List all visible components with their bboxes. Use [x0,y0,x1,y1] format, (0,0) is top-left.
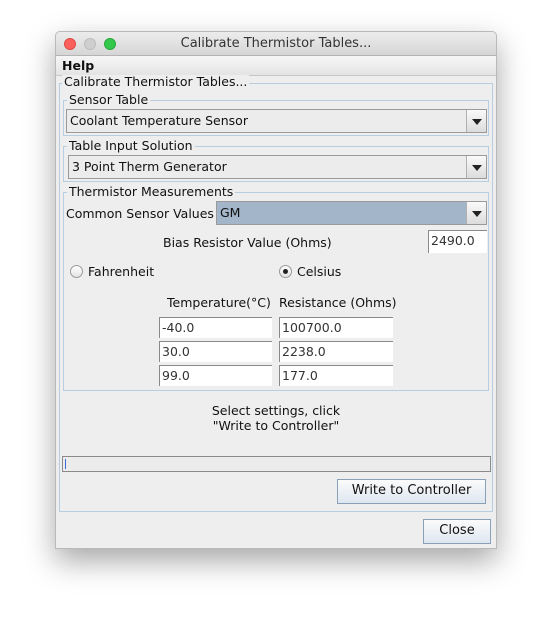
common-sensor-value: GM [220,205,241,220]
celsius-label: Celsius [297,264,342,279]
chevron-down-icon[interactable] [466,110,486,132]
resistance-input-1[interactable]: 100700.0 [279,317,393,338]
chevron-down-icon[interactable] [466,156,486,178]
window-title: Calibrate Thermistor Tables... [180,36,372,51]
menu-help[interactable]: Help [62,58,94,73]
resistance-input-3[interactable]: 177.0 [279,365,393,386]
panel-title: Calibrate Thermistor Tables... [62,74,250,89]
common-sensor-combo[interactable]: GM [216,201,487,225]
text-cursor [65,459,66,469]
menu-bar: Help [56,56,496,76]
message-line-1: Select settings, click [211,403,341,418]
sensor-table-combo[interactable]: Coolant Temperature Sensor [66,109,487,133]
fahrenheit-label: Fahrenheit [88,264,155,279]
bias-resistor-input[interactable]: 2490.0 [428,230,487,253]
temperature-input-2[interactable]: 30.0 [159,341,272,362]
status-message: Select settings, click "Write to Control… [59,403,493,433]
measurements-label: Thermistor Measurements [67,184,236,199]
temperature-input-3[interactable]: 99.0 [159,365,272,386]
chevron-down-icon[interactable] [466,202,486,224]
common-sensor-label: Common Sensor Values [66,206,214,221]
sensor-table-value: Coolant Temperature Sensor [70,113,248,128]
table-input-label: Table Input Solution [67,138,195,153]
status-field[interactable] [62,456,491,472]
table-input-value: 3 Point Therm Generator [72,159,227,174]
celsius-radio[interactable] [279,265,292,278]
fahrenheit-radio[interactable] [70,265,83,278]
sensor-table-label: Sensor Table [67,92,151,107]
close-button[interactable]: Close [423,519,491,544]
temperature-header: Temperature(°C) [167,295,271,310]
write-to-controller-button[interactable]: Write to Controller [337,479,486,504]
message-line-2: "Write to Controller" [212,418,340,433]
resistance-input-2[interactable]: 2238.0 [279,341,393,362]
temperature-input-1[interactable]: -40.0 [159,317,272,338]
title-bar: Calibrate Thermistor Tables... [56,32,496,56]
bias-resistor-label: Bias Resistor Value (Ohms) [163,235,332,250]
table-input-combo[interactable]: 3 Point Therm Generator [68,155,487,179]
resistance-header: Resistance (Ohms) [279,295,397,310]
